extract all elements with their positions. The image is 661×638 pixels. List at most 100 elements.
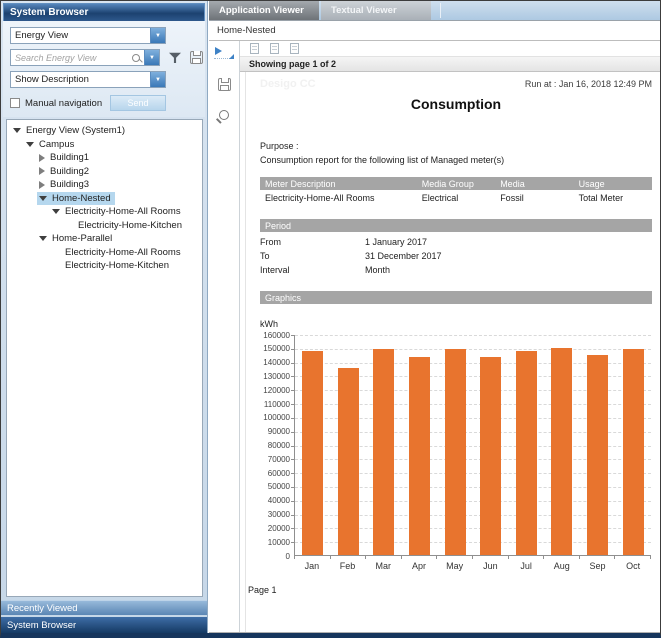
export-icon[interactable] bbox=[290, 43, 299, 54]
report-scroll-area[interactable]: Desigo CC Run at : Jan 16, 2018 12:49 PM… bbox=[240, 72, 660, 632]
chart-bar-apr[interactable] bbox=[409, 357, 430, 555]
viewer-tabbar: Application Viewer Textual Viewer bbox=[209, 1, 660, 21]
collapse-triangle-icon[interactable] bbox=[13, 128, 21, 133]
chevron-down-icon[interactable]: ▼ bbox=[150, 28, 165, 43]
tab-application-viewer[interactable]: Application Viewer bbox=[209, 1, 319, 20]
save-filter-icon[interactable] bbox=[190, 51, 203, 64]
tree-item-inner: Building3 bbox=[37, 178, 93, 191]
search-field[interactable]: ▼ bbox=[10, 49, 160, 66]
y-axis-label: 160000 bbox=[257, 331, 290, 340]
y-axis-label: 140000 bbox=[257, 358, 290, 367]
chevron-down-icon[interactable]: ▼ bbox=[150, 72, 165, 87]
chart-bar-sep[interactable] bbox=[587, 355, 608, 555]
chart-bar-jun[interactable] bbox=[480, 357, 501, 555]
tree-item-electricity-home-kitchen[interactable]: Electricity-Home-Kitchen bbox=[7, 259, 202, 273]
print-icon[interactable] bbox=[270, 43, 279, 54]
chart-bar-slot bbox=[437, 335, 473, 555]
chart-bar-slot bbox=[615, 335, 651, 555]
x-axis-tick-cell bbox=[366, 556, 402, 559]
tree-item-building3[interactable]: Building3 bbox=[7, 178, 202, 192]
tree-item-electricity-home-all-rooms[interactable]: Electricity-Home-All Rooms bbox=[7, 246, 202, 260]
system-browser-panel-header[interactable]: System Browser bbox=[3, 3, 205, 21]
play-triangle-icon bbox=[215, 47, 222, 55]
y-axis-label: 40000 bbox=[257, 496, 290, 505]
chart-bar-slot bbox=[402, 335, 438, 555]
tree-item-inner: Home-Parallel bbox=[37, 232, 116, 245]
tree-item-building1[interactable]: Building1 bbox=[7, 151, 202, 165]
meter-table-header-cell: Usage bbox=[574, 177, 652, 190]
tree-item-energy-view-system1-[interactable]: Energy View (System1) bbox=[7, 124, 202, 138]
period-row: From1 January 2017 bbox=[260, 235, 652, 249]
tree-item-inner: Home-Nested bbox=[37, 192, 115, 205]
collapse-triangle-icon[interactable] bbox=[39, 196, 47, 201]
tab-textual-viewer[interactable]: Textual Viewer bbox=[321, 1, 431, 20]
chart-bar-jul[interactable] bbox=[516, 351, 537, 555]
meter-table-row: Electricity-Home-All RoomsElectricalFoss… bbox=[260, 190, 652, 205]
y-axis-label: 80000 bbox=[257, 441, 290, 450]
tree-item-label: Campus bbox=[39, 138, 74, 151]
save-report-icon[interactable] bbox=[218, 78, 231, 91]
chart-bar-jan[interactable] bbox=[302, 351, 323, 555]
viewer-body: Showing page 1 of 2 Desigo CC Run at : J… bbox=[209, 41, 660, 633]
chart-plot: 0100002000030000400005000060000700008000… bbox=[294, 335, 651, 556]
chart-bar-feb[interactable] bbox=[338, 368, 359, 555]
view-selector-dropdown[interactable]: Energy View ▼ bbox=[10, 27, 166, 44]
chart-bar-aug[interactable] bbox=[551, 348, 572, 555]
report-watermark: Desigo CC bbox=[260, 78, 316, 90]
send-button[interactable]: Send bbox=[110, 95, 166, 111]
expand-triangle-icon[interactable] bbox=[39, 154, 45, 162]
chart-bar-oct[interactable] bbox=[623, 349, 644, 555]
period-label: From bbox=[260, 235, 365, 249]
chart-bar-mar[interactable] bbox=[373, 349, 394, 555]
filter-icon[interactable] bbox=[169, 52, 181, 64]
y-axis-label: 120000 bbox=[257, 386, 290, 395]
x-axis-tick-cell bbox=[509, 556, 545, 559]
x-axis-label: Aug bbox=[544, 561, 580, 571]
chart-bar-may[interactable] bbox=[445, 349, 466, 555]
x-axis-tick-cell bbox=[473, 556, 509, 559]
collapse-triangle-icon[interactable] bbox=[39, 236, 47, 241]
search-input[interactable] bbox=[11, 53, 132, 63]
viewer-main: Showing page 1 of 2 Desigo CC Run at : J… bbox=[240, 41, 660, 632]
tree-item-label: Home-Nested bbox=[52, 192, 111, 205]
meter-table-header-cell: Meter Description bbox=[260, 177, 417, 190]
tree-item-inner: Electricity-Home-All Rooms bbox=[50, 205, 185, 218]
zoom-icon[interactable] bbox=[219, 110, 229, 120]
y-axis-label: 30000 bbox=[257, 510, 290, 519]
x-axis-tick-cell bbox=[615, 556, 651, 559]
period-rows: From1 January 2017To31 December 2017Inte… bbox=[260, 235, 652, 277]
recently-viewed-bar[interactable]: Recently Viewed bbox=[1, 600, 207, 615]
y-axis-label: 70000 bbox=[257, 455, 290, 464]
tree-item-electricity-home-all-rooms[interactable]: Electricity-Home-All Rooms bbox=[7, 205, 202, 219]
chart-bar-slot bbox=[295, 335, 331, 555]
system-browser-bar[interactable]: System Browser bbox=[1, 617, 207, 633]
system-browser-panel: System Browser Energy View ▼ ▼ Show Desc… bbox=[1, 1, 208, 633]
report-purpose: Purpose : Consumption report for the fol… bbox=[260, 139, 652, 167]
period-value: 31 December 2017 bbox=[365, 249, 652, 263]
tree-item-label: Electricity-Home-Kitchen bbox=[78, 219, 182, 232]
display-mode-dropdown[interactable]: Show Description ▼ bbox=[10, 71, 166, 88]
y-axis-label: 110000 bbox=[257, 400, 290, 409]
run-report-icon[interactable] bbox=[214, 46, 234, 59]
consumption-chart: 0100002000030000400005000060000700008000… bbox=[260, 335, 652, 571]
search-chevron-down-icon[interactable]: ▼ bbox=[144, 50, 159, 65]
collapse-triangle-icon[interactable] bbox=[52, 209, 60, 214]
tree-item-home-parallel[interactable]: Home-Parallel bbox=[7, 232, 202, 246]
collapse-triangle-icon[interactable] bbox=[26, 142, 34, 147]
y-axis-label: 150000 bbox=[257, 344, 290, 353]
tree-item-building2[interactable]: Building2 bbox=[7, 165, 202, 179]
expand-triangle-icon[interactable] bbox=[39, 167, 45, 175]
selection-title: Home-Nested bbox=[217, 25, 276, 36]
report-page-footer: Page 1 bbox=[248, 585, 652, 595]
meter-table-cell: Fossil bbox=[495, 190, 573, 205]
tree-item-label: Building1 bbox=[50, 151, 89, 164]
manual-navigation-checkbox[interactable] bbox=[10, 98, 20, 108]
tree-item-home-nested[interactable]: Home-Nested bbox=[7, 192, 202, 206]
search-icon[interactable] bbox=[132, 54, 140, 62]
tree-item-campus[interactable]: Campus bbox=[7, 138, 202, 152]
expand-triangle-icon[interactable] bbox=[39, 181, 45, 189]
x-axis-label: May bbox=[437, 561, 473, 571]
tree-item-electricity-home-kitchen[interactable]: Electricity-Home-Kitchen bbox=[7, 219, 202, 233]
page-setup-icon[interactable] bbox=[250, 43, 259, 54]
system-tree: Energy View (System1)CampusBuilding1Buil… bbox=[6, 119, 203, 597]
